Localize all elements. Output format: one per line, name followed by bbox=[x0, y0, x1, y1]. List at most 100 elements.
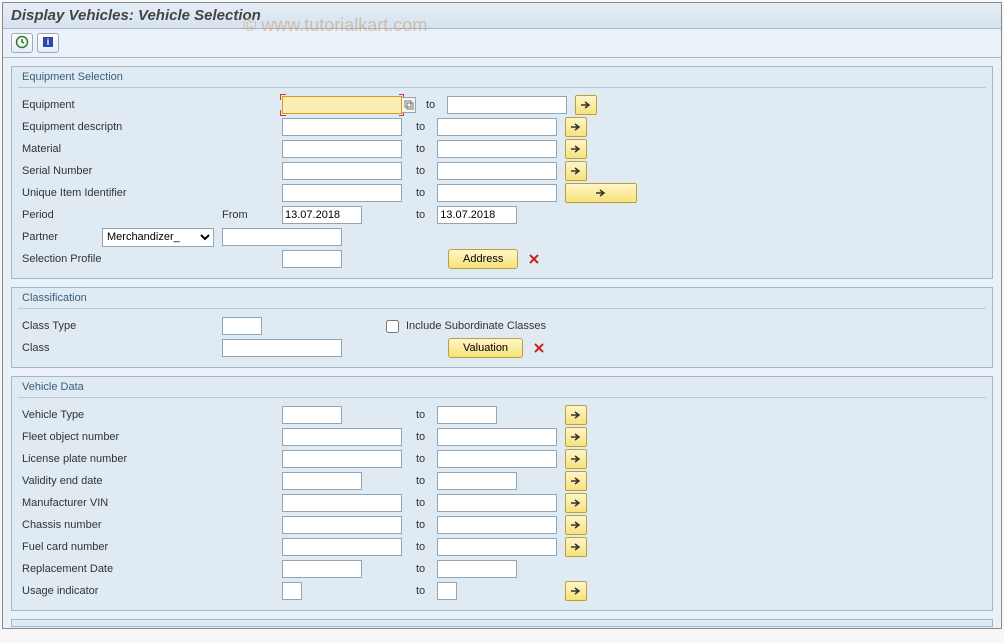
group-title-equipment: Equipment Selection bbox=[12, 67, 992, 85]
label-vehicle-type: Vehicle Type bbox=[22, 409, 222, 421]
row-class-type: Class Type Include Subordinate Classes bbox=[22, 315, 982, 337]
replace-from-input[interactable] bbox=[282, 560, 362, 578]
vehicle-type-to-input[interactable] bbox=[437, 406, 497, 424]
plate-to-input[interactable] bbox=[437, 450, 557, 468]
class-input[interactable] bbox=[222, 339, 342, 357]
close-icon bbox=[528, 253, 540, 265]
label-class-type: Class Type bbox=[22, 320, 222, 332]
selection-profile-input[interactable] bbox=[282, 250, 342, 268]
to-text: to bbox=[416, 541, 425, 553]
material-to-input[interactable] bbox=[437, 140, 557, 158]
period-to-input[interactable] bbox=[437, 206, 517, 224]
delete-valuation-button[interactable] bbox=[531, 340, 547, 356]
multiple-selection-button[interactable] bbox=[565, 405, 587, 425]
arrow-right-icon bbox=[570, 542, 582, 552]
multiple-selection-button[interactable] bbox=[565, 139, 587, 159]
row-period: Period From to bbox=[22, 204, 982, 226]
serial-from-input[interactable] bbox=[282, 162, 402, 180]
close-icon bbox=[533, 342, 545, 354]
multiple-selection-button[interactable] bbox=[575, 95, 597, 115]
partner-select[interactable]: Merchandizer_ bbox=[102, 228, 214, 247]
validity-to-input[interactable] bbox=[437, 472, 517, 490]
vin-to-input[interactable] bbox=[437, 494, 557, 512]
label-validity: Validity end date bbox=[22, 475, 222, 487]
multiple-selection-button[interactable] bbox=[565, 161, 587, 181]
to-text: to bbox=[416, 409, 425, 421]
uii-from-input[interactable] bbox=[282, 184, 402, 202]
row-equipment: Equipment to bbox=[22, 94, 982, 116]
group-title-classification: Classification bbox=[12, 288, 992, 306]
usage-to-input[interactable] bbox=[437, 582, 457, 600]
valuation-button[interactable]: Valuation bbox=[448, 338, 523, 358]
multiple-selection-button[interactable] bbox=[565, 427, 587, 447]
equipdesc-to-input[interactable] bbox=[437, 118, 557, 136]
arrow-right-icon bbox=[570, 432, 582, 442]
label-vin: Manufacturer VIN bbox=[22, 497, 222, 509]
label-uii: Unique Item Identifier bbox=[22, 187, 222, 199]
multiple-selection-button[interactable] bbox=[565, 471, 587, 491]
fleet-from-input[interactable] bbox=[282, 428, 402, 446]
vin-from-input[interactable] bbox=[282, 494, 402, 512]
label-selection-profile: Selection Profile bbox=[22, 253, 222, 265]
label-equipment-descriptn: Equipment descriptn bbox=[22, 121, 222, 133]
chassis-to-input[interactable] bbox=[437, 516, 557, 534]
label-replace: Replacement Date bbox=[22, 563, 222, 575]
material-from-input[interactable] bbox=[282, 140, 402, 158]
equipment-from-input[interactable] bbox=[282, 96, 402, 114]
to-text: to bbox=[426, 99, 435, 111]
chassis-from-input[interactable] bbox=[282, 516, 402, 534]
usage-from-input[interactable] bbox=[282, 582, 302, 600]
arrow-right-icon bbox=[570, 454, 582, 464]
row-vehicle-type: Vehicle Type to bbox=[22, 404, 982, 426]
equipment-to-input[interactable] bbox=[447, 96, 567, 114]
multiple-selection-button[interactable] bbox=[565, 581, 587, 601]
fuel-to-input[interactable] bbox=[437, 538, 557, 556]
plate-from-input[interactable] bbox=[282, 450, 402, 468]
row-vin: Manufacturer VIN to bbox=[22, 492, 982, 514]
label-class: Class bbox=[22, 342, 222, 354]
label-equipment: Equipment bbox=[22, 99, 222, 111]
address-button[interactable]: Address bbox=[448, 249, 518, 269]
validity-from-input[interactable] bbox=[282, 472, 362, 490]
multiple-selection-button[interactable] bbox=[565, 449, 587, 469]
execute-button[interactable] bbox=[11, 33, 33, 53]
row-validity: Validity end date to bbox=[22, 470, 982, 492]
fuel-from-input[interactable] bbox=[282, 538, 402, 556]
row-plate: License plate number to bbox=[22, 448, 982, 470]
uii-to-input[interactable] bbox=[437, 184, 557, 202]
serial-to-input[interactable] bbox=[437, 162, 557, 180]
multiple-selection-button[interactable] bbox=[565, 537, 587, 557]
period-from-input[interactable] bbox=[282, 206, 362, 224]
equipment-selection-group: Equipment Selection Equipment to bbox=[11, 66, 993, 279]
class-type-input[interactable] bbox=[222, 317, 262, 335]
label-serial: Serial Number bbox=[22, 165, 222, 177]
multiple-selection-button[interactable] bbox=[565, 515, 587, 535]
multiple-selection-button[interactable] bbox=[565, 183, 637, 203]
arrow-right-icon bbox=[570, 144, 582, 154]
to-text: to bbox=[416, 585, 425, 597]
vehicle-type-from-input[interactable] bbox=[282, 406, 342, 424]
equipdesc-from-input[interactable] bbox=[282, 118, 402, 136]
value-help-button[interactable] bbox=[402, 97, 416, 113]
replace-to-input[interactable] bbox=[437, 560, 517, 578]
label-include-subordinate: Include Subordinate Classes bbox=[406, 320, 546, 332]
arrow-right-icon bbox=[570, 586, 582, 596]
fleet-to-input[interactable] bbox=[437, 428, 557, 446]
to-text: to bbox=[416, 431, 425, 443]
row-material: Material to bbox=[22, 138, 982, 160]
multiple-selection-button[interactable] bbox=[565, 493, 587, 513]
info-button[interactable]: i bbox=[37, 33, 59, 53]
to-text: to bbox=[416, 475, 425, 487]
row-usage: Usage indicator to bbox=[22, 580, 982, 602]
toolbar: i bbox=[3, 29, 1001, 58]
include-subordinate-checkbox[interactable] bbox=[386, 320, 399, 333]
delete-address-button[interactable] bbox=[526, 251, 542, 267]
partner-input[interactable] bbox=[222, 228, 342, 246]
row-class: Class Valuation bbox=[22, 337, 982, 359]
row-uii: Unique Item Identifier to bbox=[22, 182, 982, 204]
multiple-selection-button[interactable] bbox=[565, 117, 587, 137]
label-plate: License plate number bbox=[22, 453, 222, 465]
row-partner: Partner Merchandizer_ bbox=[22, 226, 982, 248]
arrow-right-icon bbox=[570, 498, 582, 508]
arrow-right-icon bbox=[580, 100, 592, 110]
